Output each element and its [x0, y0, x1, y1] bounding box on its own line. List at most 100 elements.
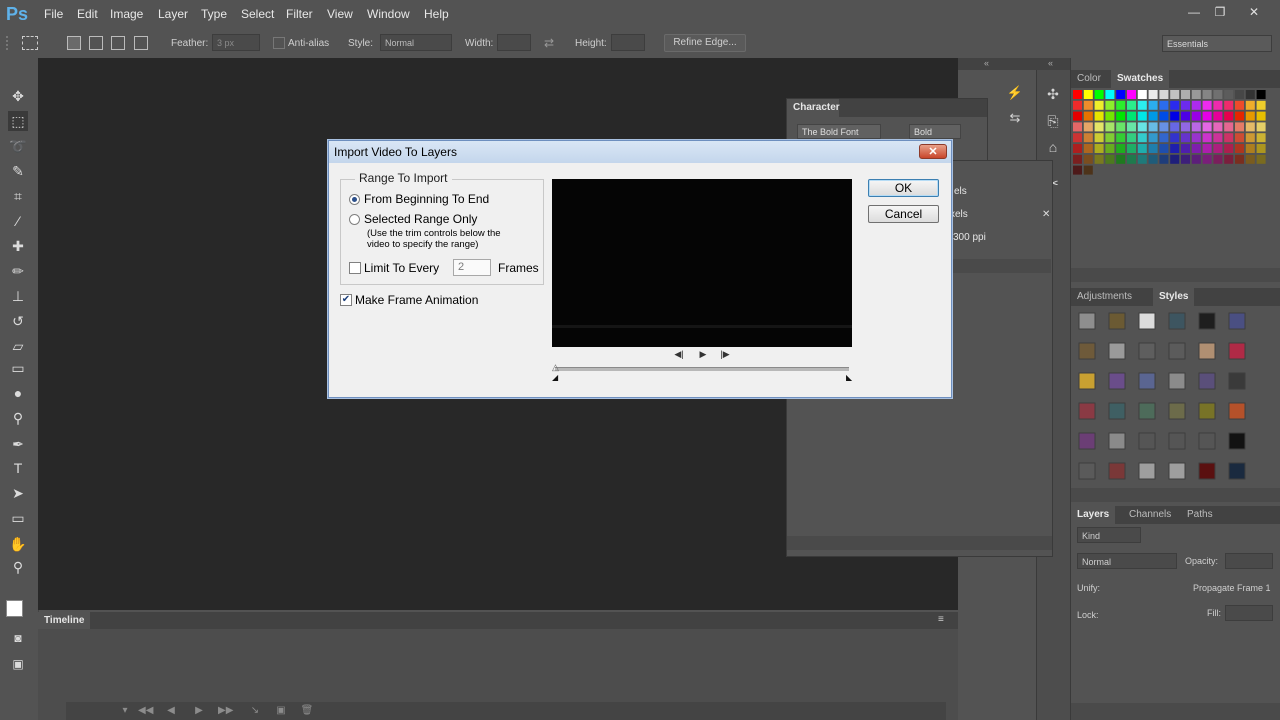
kind-filter-select[interactable]: Kind: [1077, 527, 1141, 543]
swatch[interactable]: [1256, 100, 1266, 110]
actions-icon[interactable]: ⇆: [998, 110, 1032, 128]
swatch[interactable]: [1202, 133, 1212, 143]
swatch[interactable]: [1256, 133, 1266, 143]
eyedropper-tool-icon[interactable]: ⁄: [8, 211, 28, 231]
swatch[interactable]: [1170, 122, 1180, 132]
close-window-button[interactable]: ✕: [1240, 4, 1268, 20]
swatch[interactable]: [1148, 154, 1158, 164]
swatch[interactable]: [1181, 144, 1190, 153]
tab-character[interactable]: Character: [787, 99, 840, 117]
swatch[interactable]: [1116, 90, 1126, 99]
step-forward-icon[interactable]: |▶: [718, 348, 732, 360]
quick-mask-icon[interactable]: ◙: [8, 628, 28, 648]
swatch[interactable]: [1127, 144, 1136, 153]
tab-styles[interactable]: Styles: [1153, 288, 1195, 306]
swatch[interactable]: [1170, 90, 1180, 99]
swatch[interactable]: [1137, 122, 1147, 132]
swatch[interactable]: [1170, 144, 1180, 153]
style-swatch[interactable]: [1108, 402, 1126, 420]
next-frame-icon[interactable]: ▶▶: [218, 705, 233, 717]
swatch[interactable]: [1213, 122, 1223, 132]
swatch[interactable]: [1159, 154, 1169, 164]
swatch[interactable]: [1224, 90, 1234, 99]
menu-type[interactable]: Type: [201, 7, 227, 21]
swatch[interactable]: [1137, 111, 1147, 121]
refine-edge-button[interactable]: Refine Edge...: [664, 34, 746, 52]
swap-icon[interactable]: ⇄: [544, 36, 554, 50]
swatch[interactable]: [1256, 144, 1266, 153]
style-swatch[interactable]: [1078, 432, 1096, 450]
swatch[interactable]: [1073, 90, 1082, 99]
radio-beginning-to-end[interactable]: [349, 194, 360, 205]
swatch[interactable]: [1202, 100, 1212, 110]
limit-checkbox[interactable]: [349, 262, 361, 274]
swatch[interactable]: [1235, 133, 1244, 143]
swatch[interactable]: [1202, 90, 1212, 99]
menu-help[interactable]: Help: [424, 7, 449, 21]
swatch[interactable]: [1181, 90, 1190, 99]
swatch[interactable]: [1105, 144, 1115, 153]
new-selection-icon[interactable]: [67, 36, 81, 50]
style-swatch[interactable]: [1078, 462, 1096, 480]
swatch[interactable]: [1245, 90, 1255, 99]
menu-image[interactable]: Image: [110, 7, 143, 21]
foreground-color-swatch[interactable]: [6, 600, 23, 617]
swatch[interactable]: [1116, 100, 1126, 110]
history-brush-tool-icon[interactable]: ↺: [8, 311, 28, 331]
swatch[interactable]: [1137, 144, 1147, 153]
swatch[interactable]: [1245, 111, 1255, 121]
swatch[interactable]: [1094, 111, 1104, 121]
swatch[interactable]: [1116, 133, 1126, 143]
swatch[interactable]: [1202, 154, 1212, 164]
style-swatch[interactable]: [1198, 402, 1216, 420]
swatch[interactable]: [1073, 154, 1082, 164]
swatch[interactable]: [1224, 100, 1234, 110]
swatch[interactable]: [1213, 154, 1223, 164]
swatch[interactable]: [1202, 144, 1212, 153]
delete-frame-icon[interactable]: 🗑: [300, 705, 314, 717]
swatch[interactable]: [1245, 154, 1255, 164]
move-tool-icon[interactable]: ✥: [8, 86, 28, 106]
shape-tool-icon[interactable]: ▭: [8, 508, 28, 528]
swatch[interactable]: [1213, 144, 1223, 153]
style-swatch[interactable]: [1198, 312, 1216, 330]
swatch[interactable]: [1116, 111, 1126, 121]
stamp-tool-icon[interactable]: ⊥: [8, 286, 28, 306]
swatch[interactable]: [1083, 90, 1093, 99]
feather-input[interactable]: 3 px: [212, 34, 260, 51]
timeline-tab[interactable]: Timeline: [38, 612, 90, 629]
first-frame-icon[interactable]: ◀◀: [138, 705, 153, 717]
height-input[interactable]: [611, 34, 645, 51]
swatch[interactable]: [1159, 133, 1169, 143]
swatch[interactable]: [1191, 111, 1201, 121]
font-family-select[interactable]: The Bold Font: [797, 124, 881, 139]
swatch[interactable]: [1256, 90, 1266, 99]
swatch[interactable]: [1137, 90, 1147, 99]
swatch[interactable]: [1191, 144, 1201, 153]
swatch[interactable]: [1170, 133, 1180, 143]
swatch[interactable]: [1245, 100, 1255, 110]
pen-tool-icon[interactable]: ✒: [8, 434, 28, 454]
swatch[interactable]: [1191, 100, 1201, 110]
tab-adjustments[interactable]: Adjustments: [1071, 288, 1138, 306]
swatch[interactable]: [1159, 90, 1169, 99]
intersect-selection-icon[interactable]: [134, 36, 148, 50]
swatch[interactable]: [1083, 111, 1093, 121]
swatch[interactable]: [1235, 144, 1244, 153]
make-animation-checkbox[interactable]: ✔: [340, 294, 352, 306]
clone-source-icon[interactable]: ⎘: [1042, 110, 1064, 132]
swatch[interactable]: [1224, 111, 1234, 121]
panel-close-icon[interactable]: ✕: [1042, 209, 1050, 220]
swatch[interactable]: [1116, 154, 1126, 164]
style-swatch[interactable]: [1228, 312, 1246, 330]
swatch[interactable]: [1213, 133, 1223, 143]
swatch[interactable]: [1191, 122, 1201, 132]
swatch[interactable]: [1105, 122, 1115, 132]
blur-tool-icon[interactable]: ●: [8, 383, 28, 403]
healing-tool-icon[interactable]: ✚: [8, 236, 28, 256]
swatch[interactable]: [1105, 133, 1115, 143]
play-icon[interactable]: ▶: [192, 705, 206, 717]
blend-mode-select[interactable]: Normal: [1077, 553, 1177, 569]
fill-input[interactable]: [1225, 605, 1273, 621]
dodge-tool-icon[interactable]: ⚲: [8, 408, 28, 428]
